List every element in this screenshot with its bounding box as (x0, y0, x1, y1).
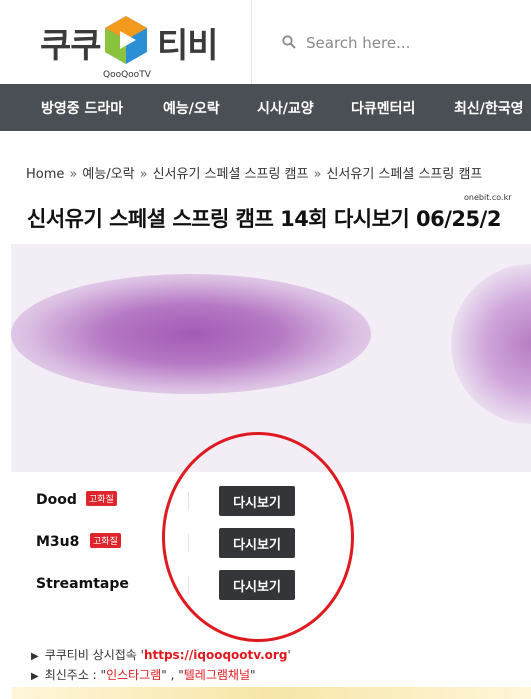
bottom-banner (12, 687, 531, 699)
play-icon (105, 16, 147, 64)
notice-text: ' (287, 648, 291, 662)
hd-badge: 고화질 (86, 491, 117, 506)
blurred-thumbnail (11, 274, 371, 394)
blurred-thumbnail (451, 264, 531, 424)
server-name: M3u8 (36, 534, 80, 550)
main-nav: 방영중 드라마 예능/오락 시사/교양 다큐멘터리 최신/한국영 (0, 84, 531, 131)
site-header: 쿠쿠 티비 QooQooTV (0, 0, 531, 84)
notice-latest-address: ▶ 최신주소 : "인스타그램" , "텔레그램채널" (31, 666, 256, 683)
nav-item-current-affairs[interactable]: 시사/교양 (257, 98, 314, 118)
logo-subtitle: QooQooTV (103, 70, 151, 80)
search-input[interactable] (306, 30, 526, 56)
notice-text: 최신주소 : " (44, 668, 107, 682)
hd-badge: 고화질 (90, 533, 121, 548)
breadcrumb-separator: » (69, 167, 78, 182)
instagram-link[interactable]: 인스타그램 (106, 668, 161, 682)
nav-item-airing-drama[interactable]: 방영중 드라마 (41, 98, 123, 118)
breadcrumb-separator: » (139, 167, 148, 182)
breadcrumb-current: 신서유기 스페셜 스프링 캠프 (326, 167, 483, 182)
watermark: onebit.co.kr (464, 193, 512, 202)
highlight-circle (162, 432, 354, 642)
logo-text-right: 티비 (157, 26, 219, 66)
notice-text: " , " (161, 668, 184, 682)
breadcrumb-show[interactable]: 신서유기 스페셜 스프링 캠프 (153, 167, 309, 182)
breadcrumb: Home » 예능/오락 » 신서유기 스페셜 스프링 캠프 » 신서유기 스페셜 스프링 … (26, 163, 482, 182)
breadcrumb-home[interactable]: Home (26, 167, 64, 182)
telegram-link[interactable]: 텔레그램채널 (184, 668, 250, 682)
notice-permanent-access: ▶ 쿠쿠티비 상시접속 'https://iqooqootv.org' (31, 646, 291, 663)
site-url-link[interactable]: https://iqooqootv.org (144, 648, 287, 662)
triangle-icon: ▶ (31, 671, 39, 682)
search-area (252, 0, 531, 84)
notice-text: 쿠쿠티비 상시접속 ' (44, 648, 144, 662)
site-logo[interactable]: 쿠쿠 티비 QooQooTV (0, 0, 252, 84)
page-title: 신서유기 스페셜 스프링 캠프 14회 다시보기 06/25/2 (27, 207, 501, 231)
nav-item-documentary[interactable]: 다큐멘터리 (351, 98, 415, 118)
breadcrumb-category[interactable]: 예능/오락 (82, 167, 134, 182)
nav-item-latest-movies[interactable]: 최신/한국영 (454, 98, 524, 118)
triangle-icon: ▶ (31, 651, 39, 662)
breadcrumb-separator: » (313, 167, 322, 182)
logo-text-left: 쿠쿠 (40, 26, 102, 66)
notice-text: " (250, 668, 256, 682)
nav-item-variety[interactable]: 예능/오락 (163, 98, 220, 118)
search-icon[interactable] (282, 35, 296, 49)
server-name: Dood (36, 492, 77, 508)
server-name: Streamtape (36, 576, 129, 592)
